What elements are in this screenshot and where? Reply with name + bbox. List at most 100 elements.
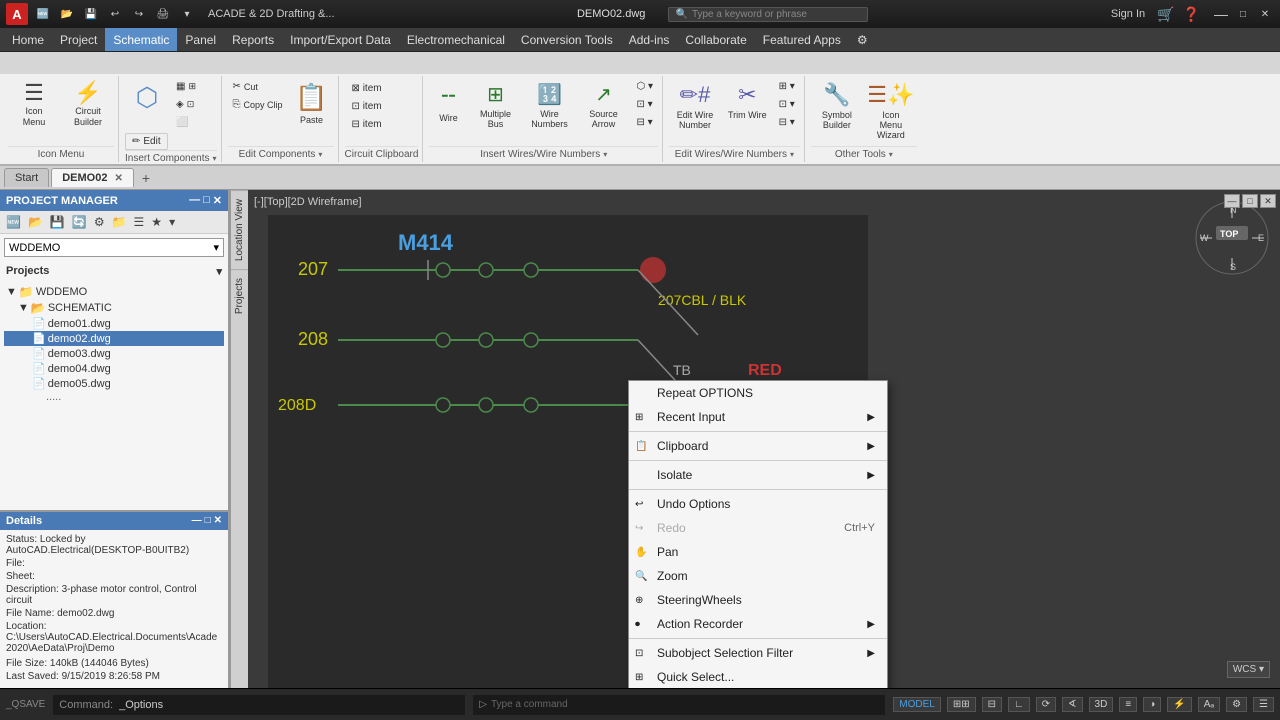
ctx-isolate[interactable]: Isolate ▶ (629, 463, 887, 487)
cart-icon[interactable]: 🛒 (1157, 6, 1174, 23)
icon-menu-group-label[interactable]: Icon Menu (8, 146, 114, 160)
new-tab-button[interactable]: + (136, 168, 156, 188)
tab-start[interactable]: Start (4, 168, 49, 187)
polar-button[interactable]: ⟳ (1036, 697, 1056, 712)
icon-menu-wizard-button[interactable]: ☰✨ Icon Menu Wizard (865, 78, 917, 144)
maximize-button[interactable]: □ (1234, 6, 1252, 22)
tree-demo03[interactable]: 📄 demo03.dwg (4, 346, 224, 361)
edit-wire-extra-1[interactable]: ⊞ ▾ (774, 78, 800, 95)
grid-button[interactable]: ⊞⊞ (947, 697, 976, 712)
circ-clip-s2[interactable]: ⊡ item (347, 98, 387, 115)
paste-button[interactable] (228, 116, 288, 122)
menu-import-export[interactable]: Import/Export Data (282, 28, 399, 51)
insert-components-group-label[interactable]: Insert Components ▾ (125, 150, 217, 164)
ctx-pan[interactable]: ✋ Pan (629, 540, 887, 564)
edit-wire-number-button[interactable]: ✏# Edit Wire Number (669, 78, 721, 134)
edit-wire-extra-3[interactable]: ⊟ ▾ (774, 114, 800, 131)
menu-schematic[interactable]: Schematic (105, 28, 177, 51)
draw-close[interactable]: ✕ (1260, 194, 1276, 208)
drawing-area[interactable]: [-][Top][2D Wireframe] — □ ✕ 207 (248, 190, 1280, 688)
source-arrow-button[interactable]: ↗ Source Arrow (577, 78, 629, 133)
pm-min-icon[interactable]: — (189, 194, 200, 207)
draw-min[interactable]: — (1224, 194, 1240, 208)
wire-numbers-button[interactable]: 🔢 Wire Numbers (523, 78, 575, 133)
pm-max-icon[interactable]: □ (203, 194, 210, 207)
tree-demo02[interactable]: 📄 demo02.dwg (4, 331, 224, 346)
details-close[interactable]: ✕ (214, 515, 222, 527)
tree-demo04[interactable]: 📄 demo04.dwg (4, 361, 224, 376)
pm-refresh-icon[interactable]: 🔄 (70, 214, 89, 230)
workspace-button[interactable]: ⚙ (1226, 697, 1247, 712)
menu-collaborate[interactable]: Collaborate (677, 28, 754, 51)
app-icon[interactable]: A (6, 3, 28, 25)
menu-home[interactable]: Home (4, 28, 52, 51)
edit-wires-group-label[interactable]: Edit Wires/Wire Numbers ▾ (669, 146, 800, 160)
side-tab-location[interactable]: Location View (231, 190, 248, 269)
wire-button[interactable]: ╌ Wire (429, 78, 467, 127)
snap-button[interactable]: ⊟ (982, 697, 1002, 712)
wire-extra-3[interactable]: ⊟ ▾ (631, 114, 658, 131)
customize-qat[interactable]: ▾ (178, 5, 196, 23)
wire-extra-2[interactable]: ⊡ ▾ (631, 96, 658, 113)
circ-clip-s1[interactable]: ⊠ item (347, 80, 387, 97)
pm-folder-icon[interactable]: 📁 (110, 214, 129, 230)
edit-btn[interactable]: ✏ Edit (125, 133, 168, 150)
insert-comp-s1[interactable]: ▦⊞ (171, 78, 201, 95)
ctx-repeat-options[interactable]: Repeat OPTIONS (629, 381, 887, 405)
menu-featured[interactable]: Featured Apps (755, 28, 849, 51)
draw-max[interactable]: □ (1242, 194, 1258, 208)
tree-wddemo[interactable]: ▼ 📁 WDDEMO (4, 284, 224, 300)
tab-demo02[interactable]: DEMO02 ✕ (51, 168, 134, 187)
menu-conversion[interactable]: Conversion Tools (513, 28, 621, 51)
symbol-builder-button[interactable]: 🔧 Symbol Builder (811, 78, 863, 134)
insert-wires-group-label[interactable]: Insert Wires/Wire Numbers ▾ (429, 146, 658, 160)
tab-close-icon[interactable]: ✕ (115, 173, 123, 184)
tree-schematic[interactable]: ▼ 📂 SCHEMATIC (4, 300, 224, 316)
3d-button[interactable]: 3D (1089, 697, 1114, 712)
settings-button[interactable]: ☰ (1253, 697, 1274, 712)
insert-comp-s3[interactable]: ⬜ (171, 114, 201, 131)
model-button[interactable]: MODEL (893, 697, 941, 712)
close-button[interactable]: ✕ (1256, 6, 1274, 22)
ctx-quick-select[interactable]: ⊞ Quick Select... (629, 665, 887, 688)
menu-addins[interactable]: Add-ins (621, 28, 678, 51)
edit-components-group-label[interactable]: Edit Components ▾ (228, 146, 334, 160)
insert-comp-large-btn[interactable]: ⬡ (125, 78, 169, 117)
pm-list-icon[interactable]: ☰ (132, 214, 147, 230)
pm-star-icon[interactable]: ★ (149, 214, 164, 230)
ctx-zoom[interactable]: 🔍 Zoom (629, 564, 887, 588)
open-button[interactable]: 📂 (58, 5, 76, 23)
other-tools-group-label[interactable]: Other Tools ▾ (811, 146, 917, 160)
paste-large-btn[interactable]: 📋 Paste (290, 78, 334, 129)
ctx-recent-input[interactable]: ⊞ Recent Input ▶ (629, 405, 887, 429)
pm-open-icon[interactable]: 📂 (26, 214, 45, 230)
projects-arrow-icon[interactable]: ▾ (216, 265, 222, 278)
print-button[interactable]: 🖨 (154, 5, 172, 23)
transparency-button[interactable]: ◑ (1143, 697, 1161, 712)
pm-settings-icon[interactable]: ⚙ (92, 214, 107, 230)
multiple-bus-button[interactable]: ⊞ Multiple Bus (469, 78, 521, 133)
trim-wire-button[interactable]: ✂ Trim Wire (723, 78, 772, 124)
tree-demo05[interactable]: 📄 demo05.dwg (4, 376, 224, 391)
edit-wire-extra-2[interactable]: ⊡ ▾ (774, 96, 800, 113)
save-button[interactable]: 💾 (82, 5, 100, 23)
wire-extra-1[interactable]: ⬡ ▾ (631, 78, 658, 95)
redo-button[interactable]: ↪ (130, 5, 148, 23)
ctx-clipboard[interactable]: 📋 Clipboard ▶ (629, 434, 887, 458)
ortho-button[interactable]: ∟ (1008, 697, 1030, 712)
ctx-redo[interactable]: ↪ Redo Ctrl+Y (629, 516, 887, 540)
minimize-button[interactable]: — (1212, 6, 1230, 22)
ctx-steering-wheels[interactable]: ⊕ SteeringWheels (629, 588, 887, 612)
menu-reports[interactable]: Reports (224, 28, 282, 51)
menu-electromechanical[interactable]: Electromechanical (399, 28, 513, 51)
properties-button[interactable]: ⚡ (1167, 697, 1191, 712)
pm-save-icon[interactable]: 💾 (48, 214, 67, 230)
ctx-action-recorder[interactable]: ⏺ Action Recorder ▶ (629, 612, 887, 636)
sign-in-button[interactable]: Sign In (1111, 8, 1145, 20)
circuit-builder-button[interactable]: ⚡ Circuit Builder (62, 78, 114, 132)
details-min[interactable]: — (192, 515, 202, 527)
compass-nav[interactable]: N S E W TOP (1192, 198, 1272, 278)
ctx-undo-options[interactable]: ↩ Undo Options (629, 492, 887, 516)
icon-menu-button[interactable]: ☰ Icon Menu (8, 78, 60, 132)
insert-comp-s2[interactable]: ◈⊡ (171, 96, 201, 113)
